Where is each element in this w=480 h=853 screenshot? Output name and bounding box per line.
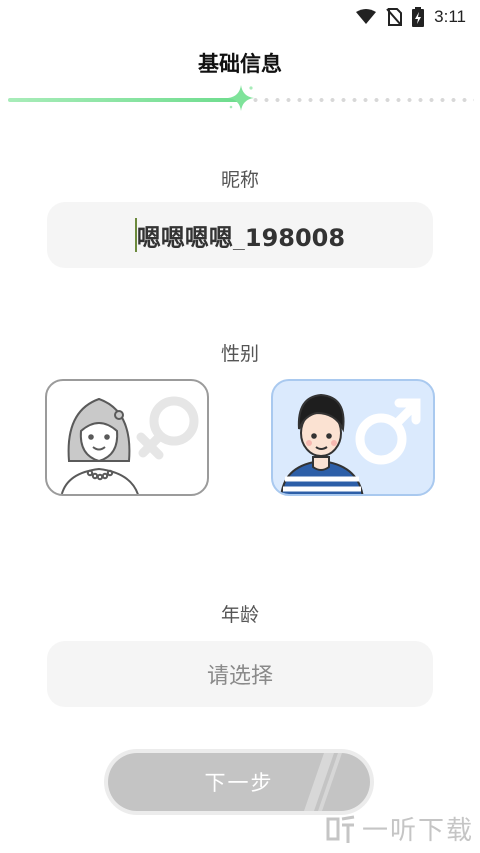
nickname-field[interactable] xyxy=(47,202,433,268)
age-select[interactable]: 请选择 xyxy=(47,641,433,707)
female-avatar xyxy=(60,397,139,494)
next-button-label: 下一步 xyxy=(204,771,274,795)
no-sim-icon xyxy=(386,8,403,26)
gender-label: 性别 xyxy=(220,343,259,365)
button-shine-decoration xyxy=(304,753,342,811)
progress-fill xyxy=(8,98,241,102)
gender-option-female[interactable] xyxy=(45,379,209,496)
wifi-icon xyxy=(356,9,377,25)
nickname-label: 昵称 xyxy=(220,169,259,191)
age-label: 年龄 xyxy=(220,604,259,626)
watermark-logo-icon xyxy=(326,815,355,843)
watermark: 一听下载 xyxy=(322,810,474,847)
female-symbol-icon xyxy=(136,396,199,460)
battery-charging-icon xyxy=(412,7,425,27)
text-caret xyxy=(135,218,137,252)
progress-bar xyxy=(8,85,474,111)
nickname-input[interactable] xyxy=(57,220,423,250)
status-bar: 3:11 xyxy=(0,0,480,34)
male-symbol-icon xyxy=(355,398,421,465)
sparkle-icon xyxy=(228,85,254,111)
page-title: 基础信息 xyxy=(198,52,282,76)
age-placeholder: 请选择 xyxy=(206,664,273,689)
watermark-text: 一听下载 xyxy=(361,816,474,846)
status-time: 3:11 xyxy=(434,7,466,26)
gender-option-male[interactable] xyxy=(271,379,435,496)
male-avatar xyxy=(280,393,364,494)
next-button[interactable]: 下一步 xyxy=(108,753,370,811)
